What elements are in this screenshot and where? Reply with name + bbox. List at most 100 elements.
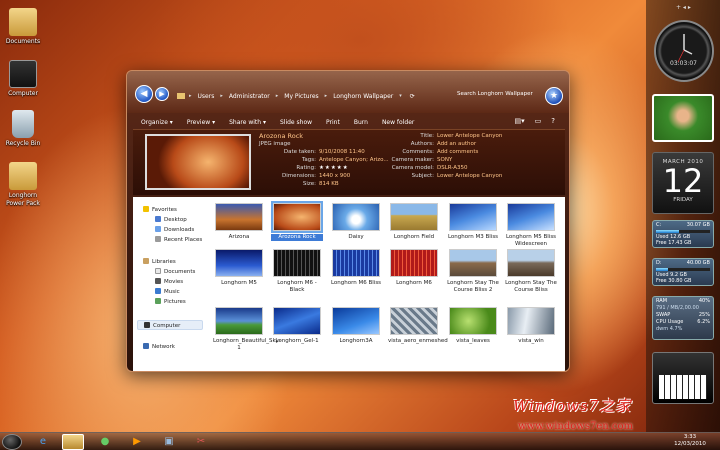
file-item[interactable]: Longhorn M5: [213, 249, 265, 287]
drive-name: C:: [656, 222, 662, 228]
swap-label: SWAP: [656, 312, 671, 318]
thumbnail: [390, 203, 438, 231]
nav-libraries[interactable]: Libraries: [143, 257, 176, 267]
breadcrumb-item[interactable]: Users: [196, 93, 217, 100]
nav-recent-places[interactable]: Recent Places: [155, 235, 202, 245]
file-item[interactable]: Longhorn Stay The Course Bliss 2: [447, 249, 499, 293]
preview-pane-icon[interactable]: ▭: [535, 117, 542, 125]
organize-button[interactable]: Organize ▾: [141, 119, 173, 126]
preview-button[interactable]: Preview ▾: [187, 119, 215, 126]
camera-model[interactable]: DSLR-A350: [437, 164, 468, 172]
tray-date: 12/03/2010: [674, 441, 706, 447]
computer-icon: [9, 60, 37, 88]
detail-label: Dimensions:: [282, 173, 316, 179]
watermark-logo: Windows7之家: [513, 397, 632, 415]
explorer-window: ◀ ▶ ▸ Users ▸ Administrator ▸ My Picture…: [126, 70, 570, 372]
refresh-icon[interactable]: ⟳: [410, 93, 415, 100]
help-icon[interactable]: ?: [551, 117, 555, 125]
file-item[interactable]: vista_aero_enmeshed: [388, 307, 448, 345]
desktop-icon: [155, 216, 161, 222]
file-item[interactable]: Longhorn M3 Bliss: [447, 203, 499, 241]
file-item[interactable]: vista_leaves: [447, 307, 499, 345]
new-folder-button[interactable]: New folder: [382, 119, 414, 126]
authors-value[interactable]: Add an author: [437, 140, 476, 148]
slide-show-button[interactable]: Slide show: [280, 119, 312, 126]
search-orb-icon[interactable]: ★: [545, 87, 563, 105]
file-item[interactable]: Longhorn M6: [388, 249, 440, 287]
explorer-taskbar-icon[interactable]: [62, 434, 84, 450]
nav-pictures[interactable]: Pictures: [155, 297, 186, 307]
nav-favorites[interactable]: Favorites: [143, 205, 177, 215]
file-item[interactable]: Arozona Rock: [271, 201, 323, 241]
file-item[interactable]: Longhorn Stay The Course Bliss: [505, 249, 557, 293]
thumbnail: [332, 249, 380, 277]
desktop-icon-recycle-bin[interactable]: Recycle Bin: [0, 110, 46, 148]
views-icon[interactable]: ▤▾: [515, 117, 525, 125]
subject-value[interactable]: Lower Antelope Canyon: [437, 172, 502, 180]
rating-stars[interactable]: ★★★★★: [319, 164, 349, 172]
sidebar-controls[interactable]: + ◂ ▸: [676, 4, 691, 11]
file-type: JPEG image: [259, 141, 291, 147]
search-input[interactable]: Search Longhorn Wallpaper: [457, 87, 547, 101]
thumbnail: [390, 307, 438, 335]
nav-network[interactable]: Network: [143, 342, 175, 352]
cpu-label: CPU Usage: [656, 319, 684, 325]
piano-gadget[interactable]: [652, 352, 714, 404]
tray-time: 3:33: [683, 434, 697, 440]
nav-downloads[interactable]: Downloads: [155, 225, 194, 235]
file-item[interactable]: Longhorn_Gel-1: [271, 307, 323, 345]
media-player-icon[interactable]: ▶: [126, 434, 148, 450]
drive-name: D:: [656, 260, 662, 266]
nav-documents[interactable]: Documents: [155, 267, 195, 277]
details-right: Title: Lower Antelope Canyon Authors: Add …: [373, 132, 503, 180]
clock-gadget[interactable]: 03:03:07: [654, 20, 714, 82]
nav-movies[interactable]: Movies: [155, 277, 183, 287]
folder-icon: [9, 8, 37, 36]
desktop-icon-longhorn-power-pack[interactable]: Longhorn Power Pack: [0, 162, 46, 208]
date-taken[interactable]: 9/10/2008 11:40: [319, 148, 365, 156]
internet-explorer-icon[interactable]: e: [32, 434, 54, 450]
file-item[interactable]: Daisy: [330, 203, 382, 241]
file-item[interactable]: Arizona: [213, 203, 265, 241]
share-with-button[interactable]: Share with ▾: [229, 119, 266, 126]
piano-keys-icon: [659, 375, 707, 399]
network-tool-icon[interactable]: ▣: [158, 434, 180, 450]
thumbnail: [273, 307, 321, 335]
media-center-icon[interactable]: ●: [94, 434, 116, 450]
music-icon: [155, 288, 161, 294]
file-item[interactable]: Longhorn Field: [388, 203, 440, 241]
nav-label: Computer: [153, 323, 181, 329]
system-monitor-gadget[interactable]: RAM 40% 791 / MB/2,00.00 SWAP 25% CPU Usag…: [652, 296, 714, 340]
print-button[interactable]: Print: [326, 119, 340, 126]
burn-button[interactable]: Burn: [354, 119, 368, 126]
forward-button[interactable]: ▶: [155, 87, 169, 101]
breadcrumb-item[interactable]: Longhorn Wallpaper: [331, 93, 395, 100]
file-item[interactable]: vista_win: [505, 307, 557, 345]
file-item[interactable]: Longhorn_Beautiful_Sky-1: [213, 307, 281, 351]
calendar-gadget[interactable]: MARCH 2010 12 FRIDAY: [652, 152, 714, 214]
camera-maker[interactable]: SONY: [437, 156, 452, 164]
breadcrumb-item[interactable]: My Pictures: [282, 93, 320, 100]
title-value[interactable]: Lower Antelope Canyon: [437, 132, 502, 140]
drive-total: 40.00 GB: [686, 260, 710, 266]
file-item[interactable]: Longhorn3A: [330, 307, 382, 345]
drive-gadget-d[interactable]: D: 40.00 GB Used 9.2 GB Free 30.80 GB: [652, 258, 714, 286]
nav-music[interactable]: Music: [155, 287, 180, 297]
desktop-icon-computer[interactable]: Computer: [0, 60, 46, 98]
tray-clock[interactable]: 3:33 12/03/2010: [668, 434, 712, 448]
start-orb-icon[interactable]: [2, 434, 22, 450]
file-item[interactable]: Longhorn M5 Bliss Widescreen: [505, 203, 557, 247]
breadcrumb-item[interactable]: Administrator: [227, 93, 272, 100]
file-item[interactable]: Longhorn M6 Bliss: [330, 249, 382, 287]
drive-gadget-c[interactable]: C: 30.07 GB Used 12.6 GB Free 17.43 GB: [652, 220, 714, 248]
desktop-icon-documents[interactable]: Documents: [0, 8, 46, 46]
back-button[interactable]: ◀: [135, 85, 153, 103]
file-item[interactable]: Longhorn M6 - Black: [271, 249, 323, 293]
nav-desktop[interactable]: Desktop: [155, 215, 187, 225]
slideshow-gadget[interactable]: [652, 94, 714, 142]
comments-value[interactable]: Add comments: [437, 148, 478, 156]
file-label: vista_win: [518, 338, 544, 344]
recycle-bin-icon: [12, 110, 34, 138]
tools-icon[interactable]: ✂: [190, 434, 212, 450]
nav-computer[interactable]: Computer: [137, 320, 203, 330]
